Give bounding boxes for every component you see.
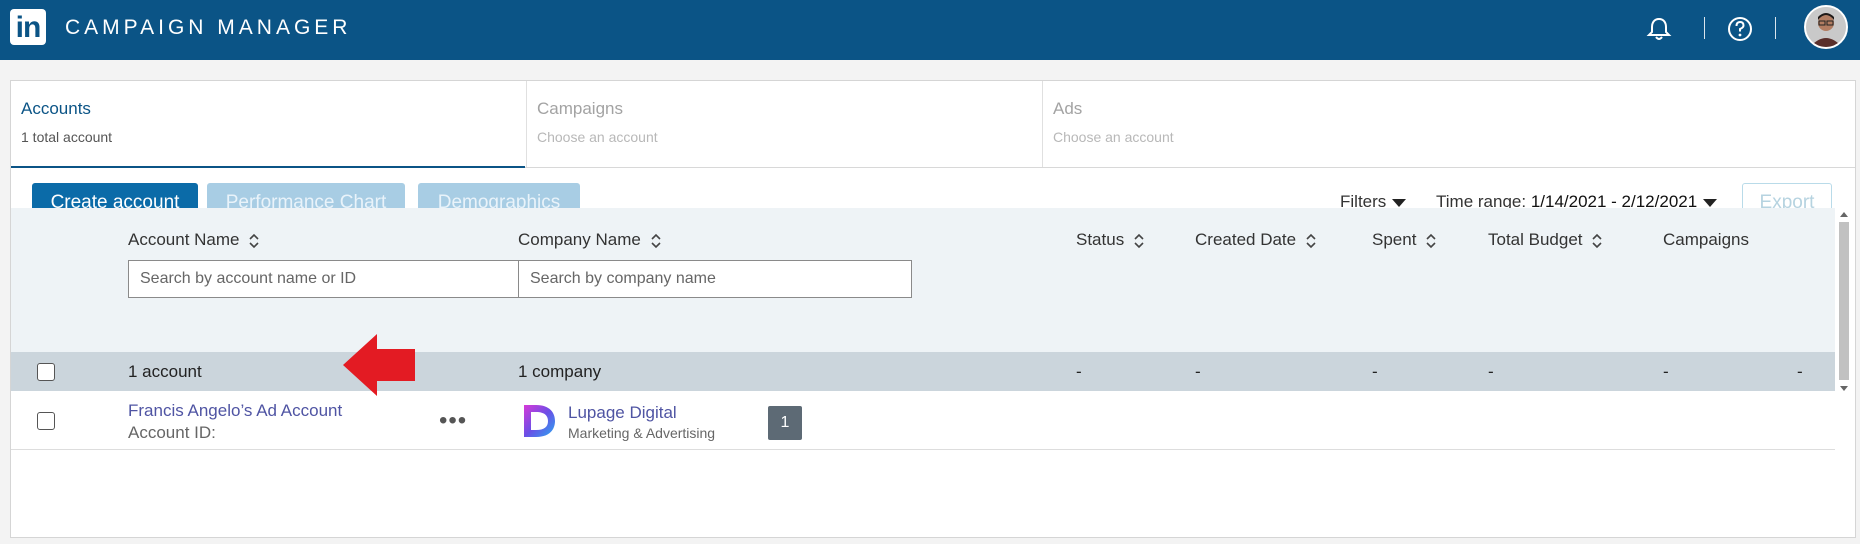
tab-title: Accounts	[21, 99, 91, 118]
summary-total-budget: -	[1488, 362, 1494, 381]
pagination-page-button[interactable]: 1	[768, 406, 802, 440]
account-name-link[interactable]: Francis Angelo’s Ad Account	[128, 401, 342, 421]
tab-ads[interactable]: Ads Choose an account	[1043, 81, 1853, 167]
account-search-input[interactable]: Search by account name or ID	[128, 260, 522, 298]
sort-icon	[1592, 233, 1602, 248]
column-label: Status	[1076, 230, 1125, 249]
tab-accounts[interactable]: Accounts 1 total account	[11, 81, 525, 168]
tab-title: Campaigns	[537, 99, 623, 118]
column-label: Created Date	[1195, 230, 1297, 249]
column-header-status[interactable]: Status	[1076, 230, 1145, 250]
sort-icon	[1306, 233, 1316, 248]
sort-icon	[650, 233, 661, 248]
annotation-arrow-icon	[343, 334, 415, 396]
tab-title: Ads	[1053, 99, 1083, 118]
column-header-spent[interactable]: Spent	[1372, 230, 1437, 250]
column-header-company-name[interactable]: Company Name	[518, 230, 662, 250]
app-title: CAMPAIGN MANAGER	[65, 16, 352, 39]
more-options-icon[interactable]: •••	[439, 409, 467, 433]
company-search-input[interactable]: Search by company name	[518, 260, 912, 298]
summary-company-count: 1 company	[518, 362, 602, 381]
avatar-image	[1806, 7, 1846, 47]
column-header-total-budget[interactable]: Total Budget	[1488, 230, 1603, 250]
accounts-panel: Accounts 1 total account Campaigns Choos…	[10, 80, 1856, 538]
summary-campaigns: -	[1663, 362, 1669, 381]
linkedin-logo[interactable]: in	[10, 9, 46, 45]
table-row: Francis Angelo’s Ad Account Account ID: …	[11, 391, 1835, 450]
sort-icon	[1134, 233, 1144, 248]
column-label: Account Name	[128, 230, 240, 249]
table-scrollbar[interactable]	[1837, 208, 1851, 396]
summary-row: 1 account 1 company - - - - - -	[11, 352, 1835, 391]
scrollbar-graphic	[1839, 212, 1849, 391]
column-header-account-name[interactable]: Account Name	[128, 230, 260, 250]
tab-subtitle: 1 total account	[21, 129, 113, 145]
header-divider	[1704, 17, 1705, 39]
tab-campaigns[interactable]: Campaigns Choose an account	[527, 81, 1042, 167]
column-label: Total Budget	[1488, 230, 1583, 249]
summary-account-count: 1 account	[128, 362, 202, 381]
chevron-down-icon	[1392, 198, 1407, 207]
summary-spent: -	[1372, 362, 1378, 381]
tab-subtitle: Choose an account	[1053, 129, 1174, 145]
chevron-down-icon	[1703, 198, 1718, 207]
column-label: Company Name	[518, 230, 641, 249]
company-industry: Marketing & Advertising	[568, 425, 716, 441]
avatar[interactable]	[1804, 5, 1848, 49]
column-label: Spent	[1372, 230, 1417, 249]
top-bar: in CAMPAIGN MANAGER	[0, 0, 1860, 60]
column-header-campaigns: Campaigns	[1663, 230, 1749, 250]
tab-bar: Accounts 1 total account Campaigns Choos…	[11, 81, 1855, 168]
summary-status: -	[1076, 362, 1082, 381]
help-icon[interactable]	[1725, 14, 1755, 44]
tab-subtitle: Choose an account	[537, 129, 658, 145]
sort-icon	[1426, 233, 1436, 248]
select-all-checkbox[interactable]	[37, 363, 55, 381]
column-label: Campaigns	[1663, 230, 1749, 249]
company-name-link[interactable]: Lupage Digital	[568, 403, 677, 423]
account-id-label: Account ID:	[128, 423, 216, 442]
sort-icon	[249, 233, 259, 248]
lupage-logo	[524, 405, 555, 437]
header-divider	[1775, 17, 1776, 39]
summary-last: -	[1797, 362, 1803, 381]
summary-created-date: -	[1195, 362, 1201, 381]
column-header-created-date[interactable]: Created Date	[1195, 230, 1317, 250]
bell-icon[interactable]	[1644, 14, 1674, 44]
row-checkbox[interactable]	[37, 412, 55, 430]
